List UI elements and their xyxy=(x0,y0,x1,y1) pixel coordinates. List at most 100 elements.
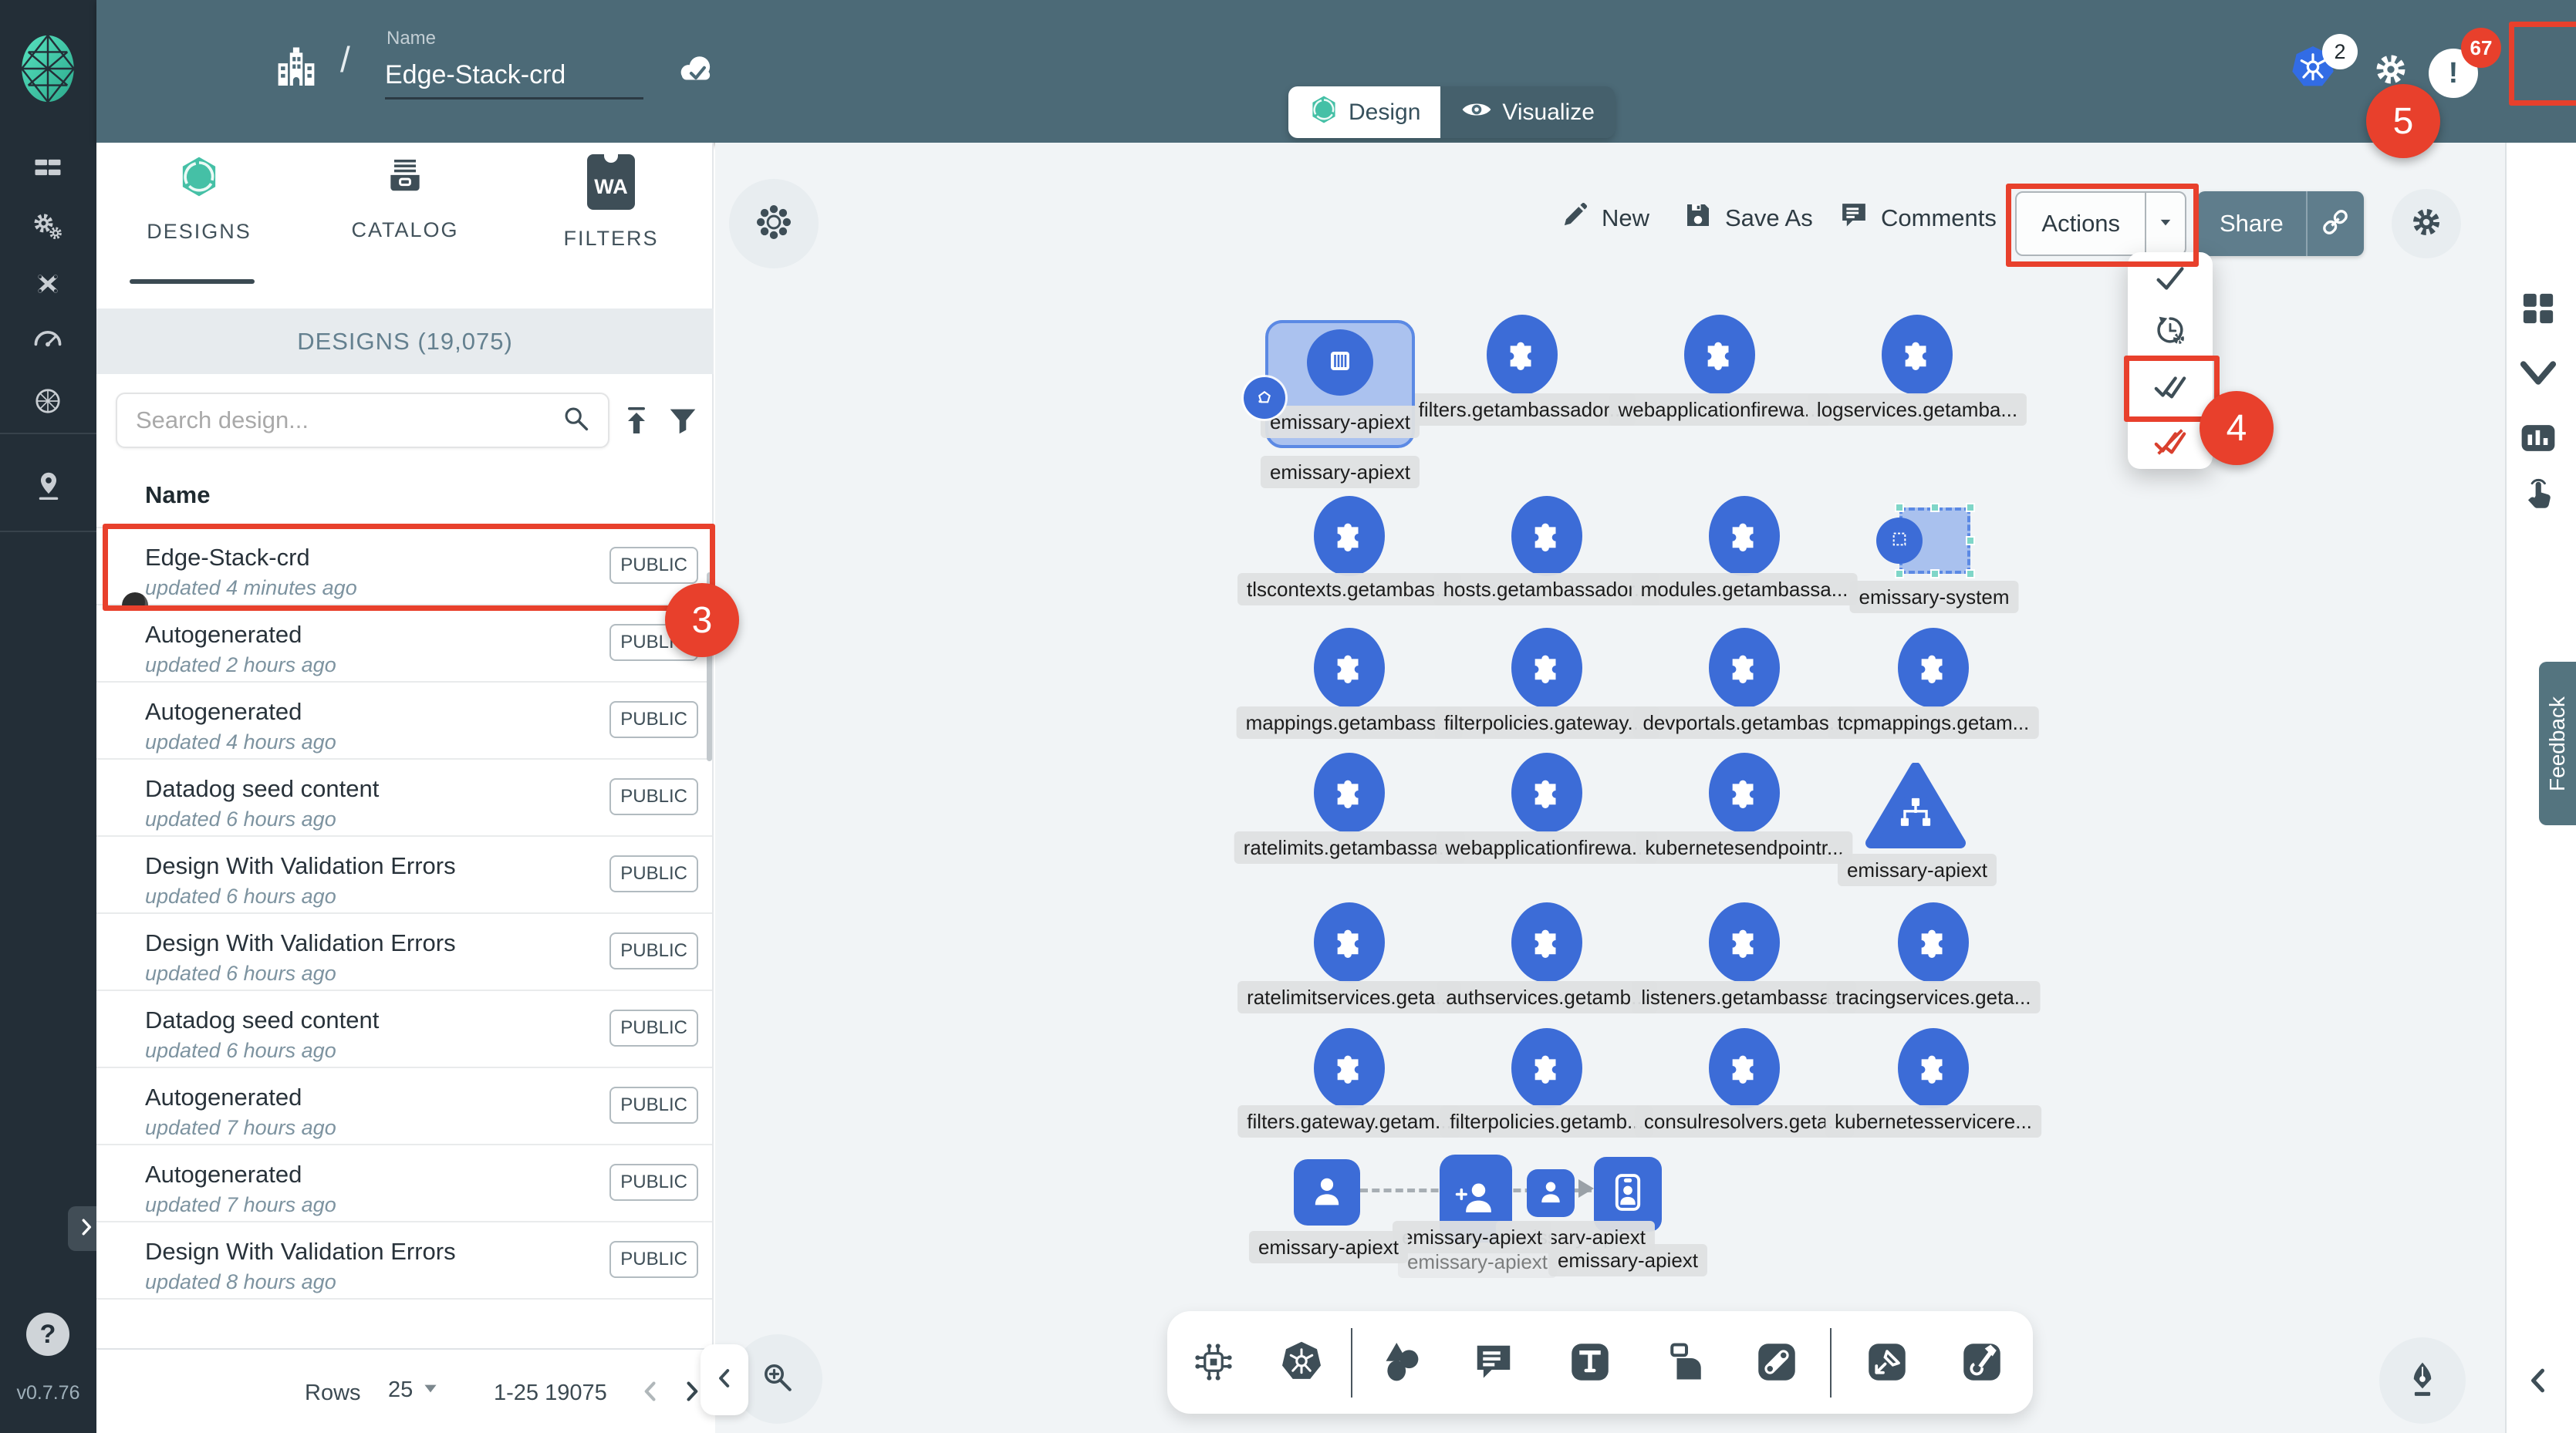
canvas-node[interactable] xyxy=(1314,496,1385,576)
tool-link-tool-icon[interactable] xyxy=(1754,1339,1800,1389)
rail-grid-icon[interactable] xyxy=(2517,288,2559,333)
resize-handle[interactable] xyxy=(1895,569,1904,578)
triangle-node[interactable] xyxy=(1865,763,1967,849)
layer5-logo-icon[interactable] xyxy=(20,34,76,107)
design-list-item[interactable]: Autogeneratedupdated 7 hours agoPUBLIC xyxy=(96,1068,712,1145)
sidebar-item-performance-icon[interactable] xyxy=(31,322,65,360)
design-list-item[interactable]: Datadog seed contentupdated 6 hours agoP… xyxy=(96,760,712,837)
design-list-item[interactable]: Design With Validation Errorsupdated 6 h… xyxy=(96,914,712,991)
settings-gear-icon[interactable] xyxy=(2371,49,2411,93)
actions-caret[interactable] xyxy=(2145,193,2185,255)
previous-page-icon[interactable] xyxy=(636,1377,664,1409)
rows-per-page-select[interactable]: 25 xyxy=(388,1377,441,1403)
canvas-settings-button[interactable] xyxy=(2392,189,2461,258)
menu-item-deploy-double-check-icon[interactable] xyxy=(2152,369,2188,408)
canvas-node[interactable] xyxy=(1709,1028,1780,1108)
rail-hierarchy-v-icon[interactable] xyxy=(2517,356,2559,401)
resize-handle[interactable] xyxy=(1930,569,1940,578)
tab-designs[interactable]: DESIGNS xyxy=(96,154,302,244)
group-node-circle[interactable] xyxy=(1307,329,1373,396)
sidebar-item-configuration-tools-icon[interactable] xyxy=(31,267,65,305)
design-list-item[interactable]: Datadog seed contentupdated 6 hours agoP… xyxy=(96,991,712,1068)
tool-kubernetes-icon[interactable] xyxy=(1278,1339,1325,1389)
menu-item-undeploy-strike-icon[interactable] xyxy=(2152,424,2188,464)
canvas-node[interactable] xyxy=(1898,1028,1969,1108)
design-list-item[interactable]: Autogeneratedupdated 2 hours agoPUBLIC xyxy=(96,605,712,683)
tool-pencil-swirl-icon[interactable] xyxy=(1959,1339,2005,1389)
menu-item-validate-check-icon[interactable] xyxy=(2152,260,2188,299)
sidebar-item-extensions-icon[interactable] xyxy=(31,384,65,422)
help-button[interactable]: ? xyxy=(26,1313,69,1356)
filter-funnel-icon[interactable] xyxy=(665,403,701,443)
publish-upload-icon[interactable] xyxy=(618,403,655,443)
canvas-node[interactable] xyxy=(1709,628,1780,708)
canvas-node[interactable] xyxy=(1487,315,1558,395)
resize-handle[interactable] xyxy=(1966,503,1975,512)
canvas-node[interactable] xyxy=(1314,628,1385,708)
resize-handle[interactable] xyxy=(1966,536,1975,545)
tab-visualize[interactable]: Visualize xyxy=(1440,86,1615,138)
system-node-circle[interactable] xyxy=(1876,518,1923,564)
tool-shapes-icon[interactable] xyxy=(1380,1339,1426,1389)
organization-icon[interactable] xyxy=(271,43,322,98)
canvas-node[interactable] xyxy=(1709,753,1780,833)
rail-chart-icon[interactable] xyxy=(2517,417,2559,463)
resize-handle[interactable] xyxy=(1930,503,1940,512)
tool-pen-arrow-icon[interactable] xyxy=(1864,1339,1910,1389)
search-input[interactable] xyxy=(117,395,545,446)
share-button[interactable]: Share xyxy=(2197,191,2364,256)
canvas-node[interactable] xyxy=(1511,1028,1582,1108)
location-pin-icon[interactable] xyxy=(31,469,66,508)
canvas-node[interactable] xyxy=(1511,902,1582,983)
person-node[interactable] xyxy=(1527,1169,1575,1217)
canvas-node[interactable] xyxy=(1314,1028,1385,1108)
new-button[interactable]: New xyxy=(1558,199,1649,238)
sidebar-item-dashboard-icon[interactable] xyxy=(31,150,65,188)
design-list-item[interactable]: Design With Validation Errorsupdated 6 h… xyxy=(96,837,712,914)
canvas-node[interactable] xyxy=(1314,753,1385,833)
collapse-rail-icon[interactable] xyxy=(2521,1364,2555,1401)
canvas-node[interactable] xyxy=(1314,902,1385,983)
copy-link-icon[interactable] xyxy=(2306,191,2364,256)
design-name-input[interactable] xyxy=(385,52,643,99)
resize-handle[interactable] xyxy=(1895,503,1904,512)
node-label: tracingservices.geta... xyxy=(1827,981,2041,1013)
component-hub-button[interactable] xyxy=(729,179,819,268)
tool-component-chip-icon[interactable] xyxy=(1190,1339,1237,1389)
actions-button[interactable]: Actions xyxy=(2015,191,2186,256)
rail-touch-icon[interactable] xyxy=(2517,475,2559,521)
person-node[interactable] xyxy=(1294,1159,1360,1226)
canvas-node[interactable] xyxy=(1709,496,1780,576)
canvas-node[interactable] xyxy=(1709,902,1780,983)
comments-button[interactable]: Comments xyxy=(1838,199,1997,238)
list-scrollbar[interactable] xyxy=(707,572,712,761)
feedback-tab[interactable]: Feedback xyxy=(2539,662,2576,825)
design-list-item[interactable]: Edge-Stack-crdupdated 4 minutes agoPUBLI… xyxy=(96,528,712,605)
tab-design[interactable]: Design xyxy=(1288,86,1440,138)
search-icon[interactable] xyxy=(559,401,594,440)
design-list-item[interactable]: Autogeneratedupdated 4 hours agoPUBLIC xyxy=(96,683,712,760)
canvas-node[interactable] xyxy=(1684,315,1755,395)
tab-filters[interactable]: WA FILTERS xyxy=(508,154,714,251)
tab-catalog[interactable]: CATALOG xyxy=(302,154,508,242)
group-badge-pentagon-icon[interactable] xyxy=(1244,377,1285,419)
canvas-node[interactable] xyxy=(1898,902,1969,983)
design-list-item[interactable]: Design With Validation Errorsupdated 8 h… xyxy=(96,1222,712,1300)
menu-item-update-history-icon[interactable] xyxy=(2152,312,2188,352)
canvas-node[interactable] xyxy=(1511,628,1582,708)
resize-handle[interactable] xyxy=(1966,569,1975,578)
canvas-node[interactable] xyxy=(1511,753,1582,833)
sidebar-item-lifecycle-gears-icon[interactable] xyxy=(31,210,65,248)
design-list-item[interactable]: Autogeneratedupdated 7 hours agoPUBLIC xyxy=(96,1145,712,1222)
gear-icon xyxy=(2408,204,2445,244)
save-as-button[interactable]: Save As xyxy=(1682,199,1813,238)
tool-text-tool-icon[interactable] xyxy=(1567,1339,1613,1389)
canvas-node[interactable] xyxy=(1882,315,1953,395)
node-label: consulresolvers.geta... xyxy=(1635,1105,1854,1138)
tool-note-icon[interactable] xyxy=(1663,1339,1710,1389)
canvas-node[interactable] xyxy=(1511,496,1582,576)
tool-comment-icon[interactable] xyxy=(1470,1339,1517,1389)
collapse-panel-button[interactable] xyxy=(701,1344,748,1415)
canvas-node[interactable] xyxy=(1898,628,1969,708)
design-tools-button[interactable] xyxy=(2379,1337,2466,1424)
